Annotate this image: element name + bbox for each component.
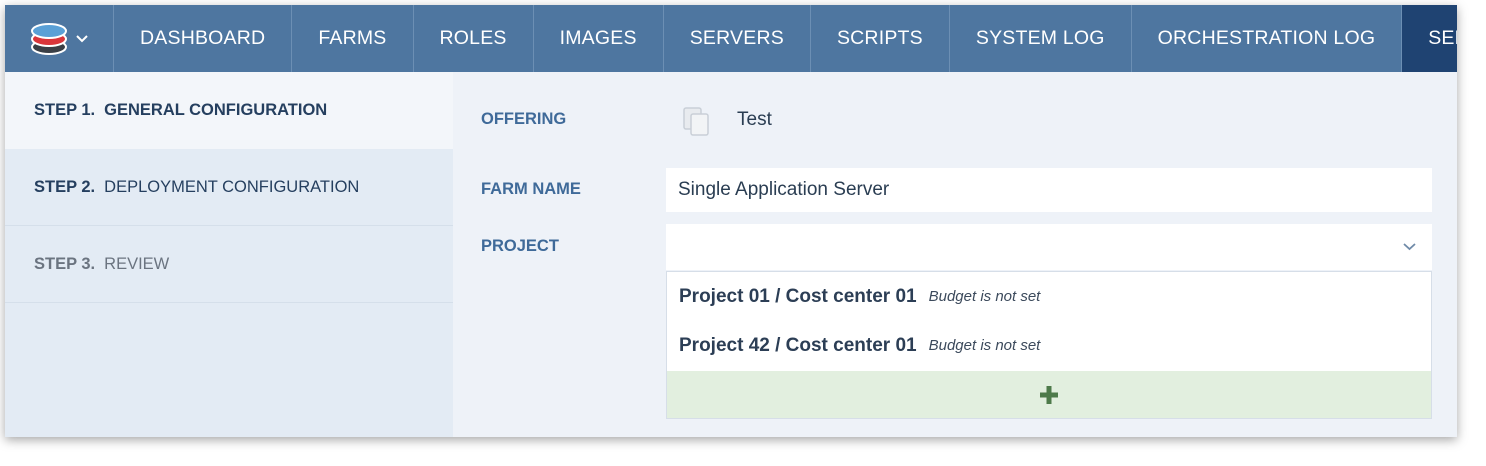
nav-roles[interactable]: ROLES (414, 5, 534, 72)
plus-icon (1040, 385, 1058, 404)
offering-value: Test (737, 109, 772, 130)
project-select[interactable] (666, 224, 1432, 270)
step-label: DEPLOYMENT CONFIGURATION (104, 177, 360, 196)
nav-dashboard[interactable]: DASHBOARD (114, 5, 293, 72)
project-option[interactable]: Project 42 / Cost center 01 Budget is no… (667, 321, 1431, 370)
wizard-steps: STEP 1. GENERAL CONFIGURATION STEP 2. DE… (5, 72, 453, 437)
top-nav-bar: DASHBOARD FARMS ROLES IMAGES SERVERS SCR… (5, 5, 1457, 72)
nav-services[interactable]: SERVIC (1402, 5, 1457, 72)
step-number: STEP 3. (34, 254, 96, 273)
nav-orchestration-log[interactable]: ORCHESTRATION LOG (1132, 5, 1403, 72)
nav-images[interactable]: IMAGES (534, 5, 664, 72)
layered-stack-logo-icon (31, 22, 67, 55)
project-option-name: Project 42 / Cost center 01 (679, 334, 917, 356)
app-window: DASHBOARD FARMS ROLES IMAGES SERVERS SCR… (5, 5, 1457, 437)
step-label: REVIEW (104, 254, 170, 273)
copy-icon (683, 107, 709, 136)
chevron-down-icon (1403, 243, 1416, 251)
add-project-button[interactable] (667, 371, 1431, 418)
step-general-configuration[interactable]: STEP 1. GENERAL CONFIGURATION (5, 72, 453, 149)
farm-name-label: FARM NAME (481, 180, 581, 198)
nav-farms[interactable]: FARMS (292, 5, 414, 72)
project-option[interactable]: Project 01 / Cost center 01 Budget is no… (667, 272, 1431, 321)
project-label: PROJECT (481, 237, 559, 255)
project-option-budget: Budget is not set (928, 337, 1041, 354)
chevron-down-icon (76, 34, 88, 42)
step-number: STEP 1. (34, 101, 96, 119)
step-review: STEP 3. REVIEW (5, 226, 453, 303)
project-dropdown: Project 01 / Cost center 01 Budget is no… (666, 271, 1432, 419)
nav-servers[interactable]: SERVERS (664, 5, 811, 72)
offering-label: OFFERING (481, 110, 567, 128)
project-option-budget: Budget is not set (928, 288, 1041, 305)
step-deployment-configuration[interactable]: STEP 2. DEPLOYMENT CONFIGURATION (5, 149, 453, 226)
general-configuration-form: OFFERING Test FARM NAME PROJECT Project … (453, 72, 1457, 437)
step-number: STEP 2. (34, 177, 96, 196)
nav-system-log[interactable]: SYSTEM LOG (950, 5, 1132, 72)
app-menu-button[interactable] (5, 5, 114, 72)
farm-name-input[interactable] (666, 168, 1432, 212)
nav-scripts[interactable]: SCRIPTS (811, 5, 950, 72)
project-option-name: Project 01 / Cost center 01 (679, 285, 917, 307)
step-label: GENERAL CONFIGURATION (104, 101, 328, 119)
